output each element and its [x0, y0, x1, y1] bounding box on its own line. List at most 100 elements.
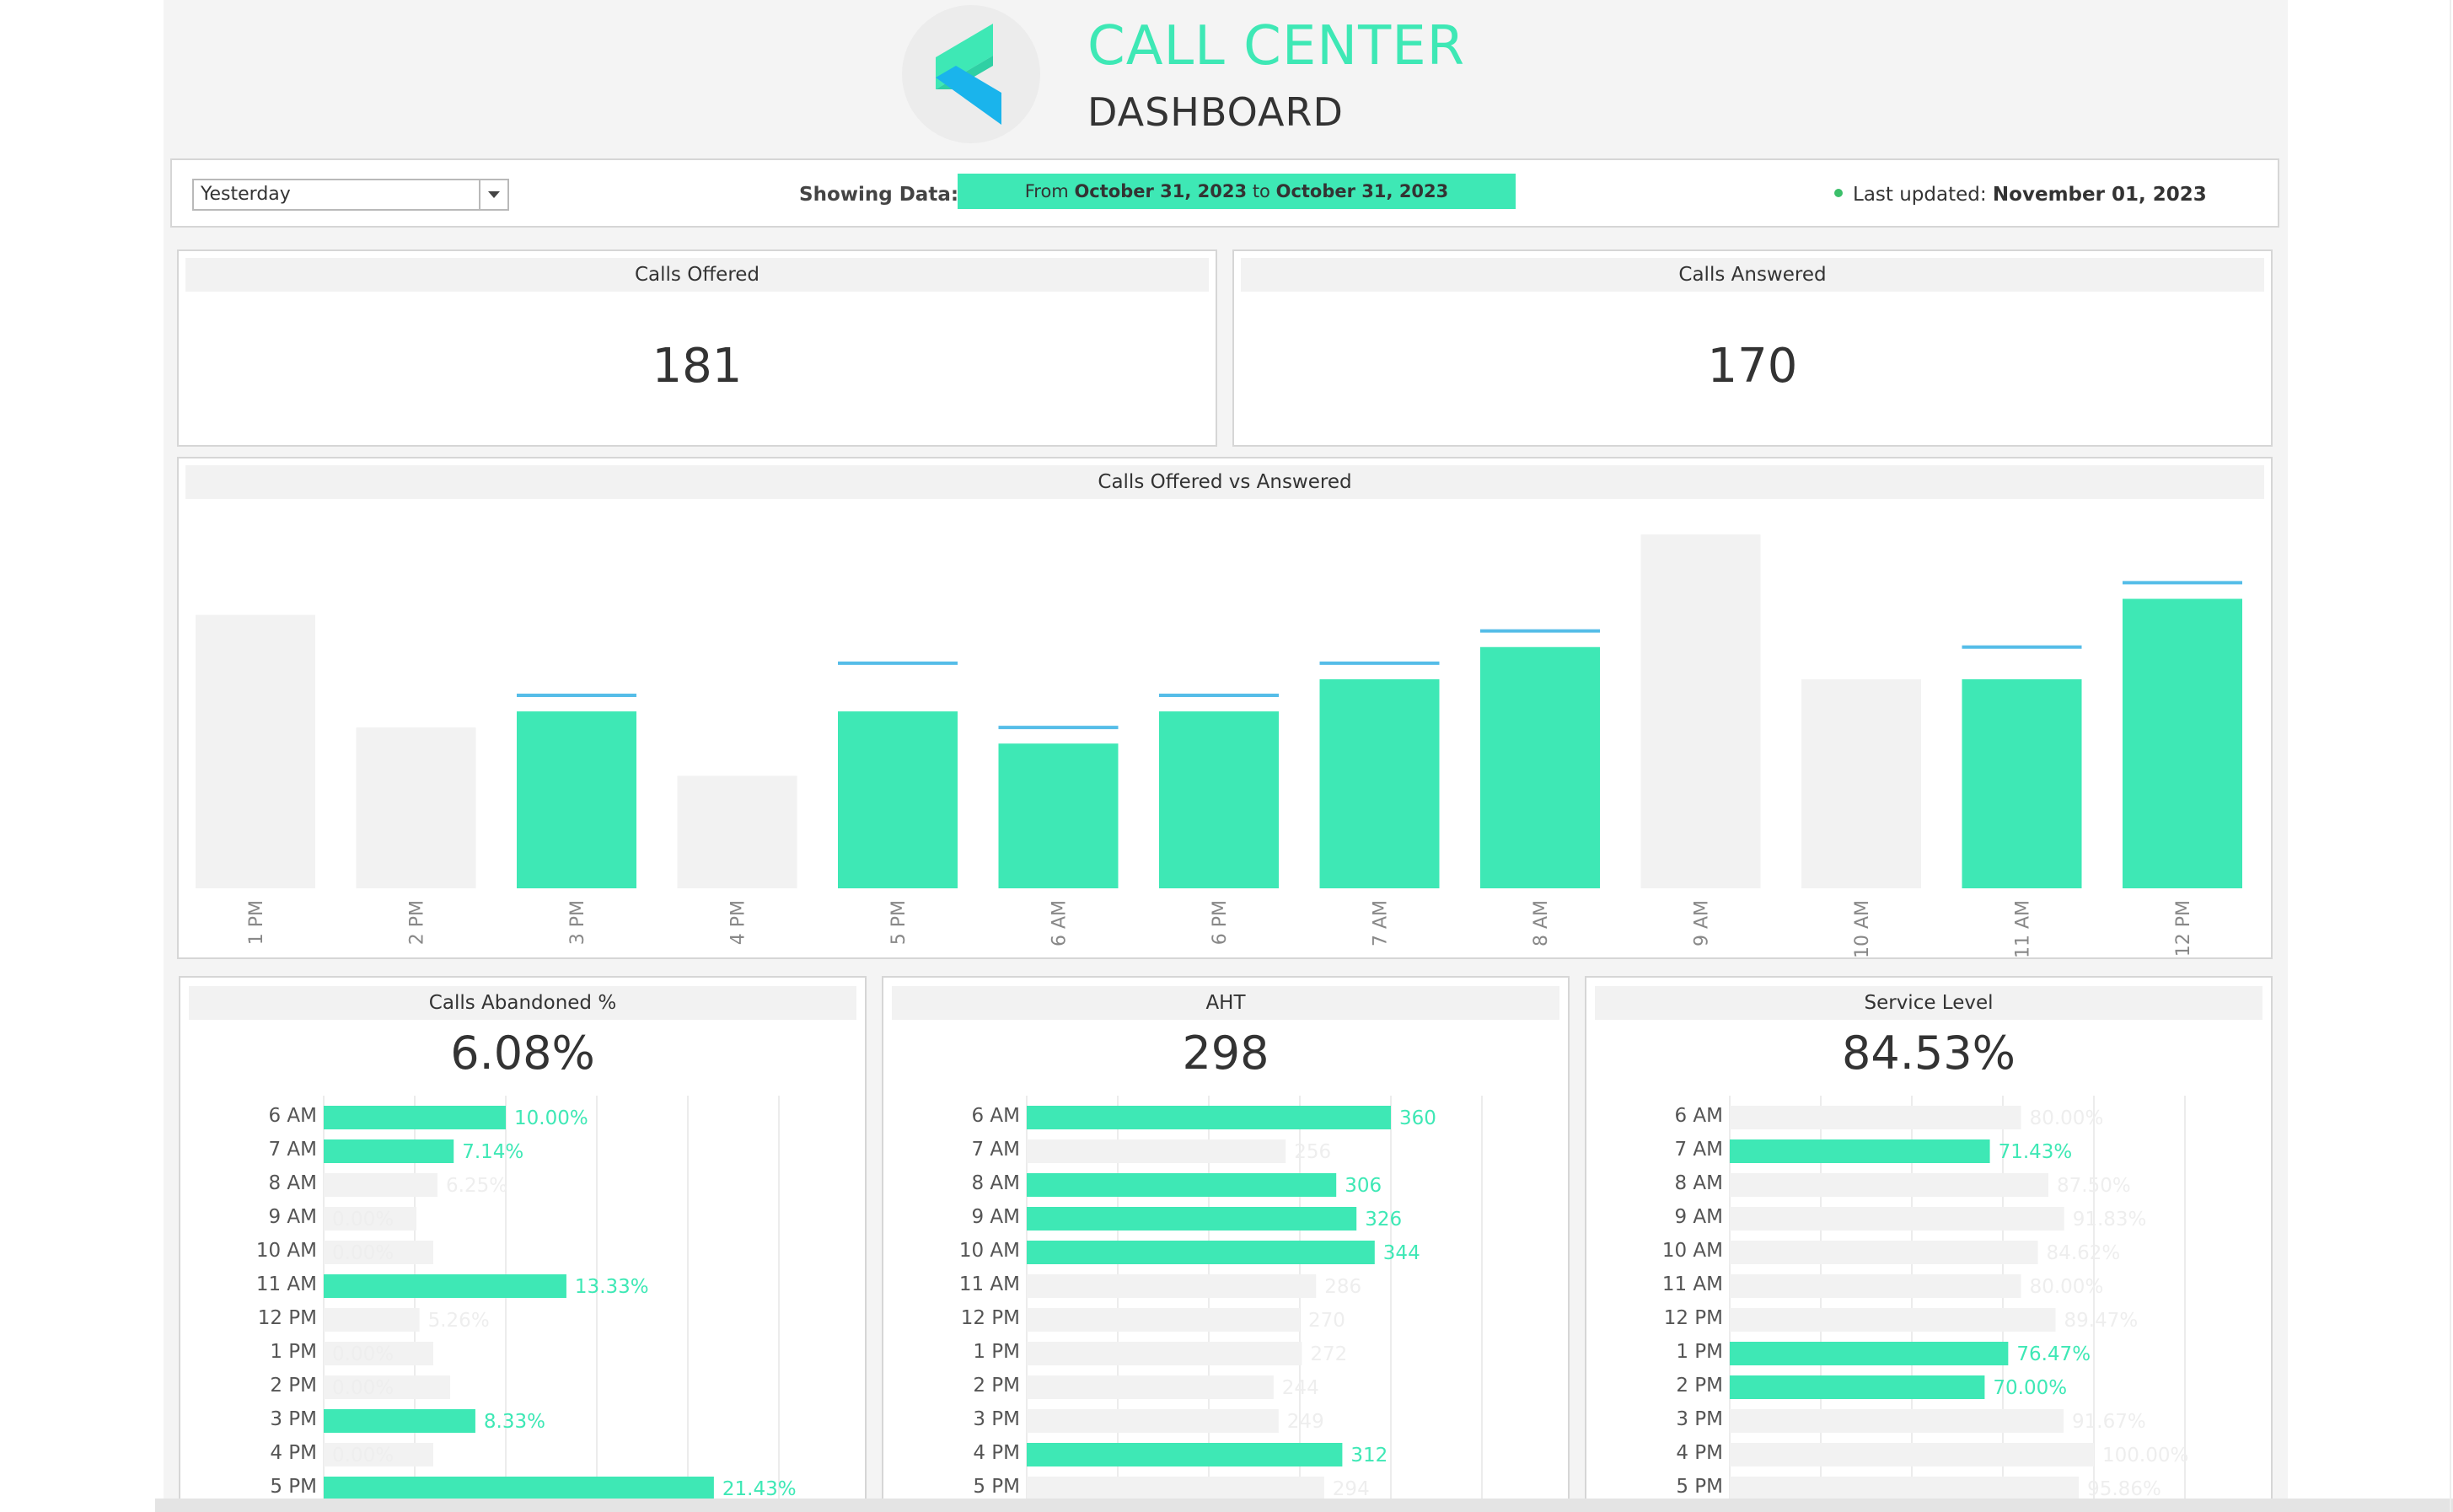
- highlighted-bar: [1027, 1443, 1343, 1466]
- muted-bar: [1027, 1477, 1324, 1500]
- aht-bar-chart: 6 AM 360 7 AM 256 8 AM 306 9 AM 326 10 AM 344 11 A…: [959, 1096, 1483, 1512]
- x-tick-label: 4 PM: [728, 900, 749, 945]
- data-label: 87.50%: [2057, 1175, 2131, 1197]
- y-tick-label: 9 AM: [268, 1206, 317, 1228]
- y-tick-label: 6 AM: [1674, 1105, 1723, 1127]
- muted-bar: [1027, 1274, 1317, 1298]
- answered-bar: [998, 743, 1119, 888]
- chevron-down-icon[interactable]: [479, 180, 507, 209]
- data-label: 84.62%: [2047, 1242, 2121, 1264]
- data-label: 0.00%: [332, 1445, 394, 1466]
- highlighted-bar: [1730, 1342, 2009, 1365]
- range-from-word: From: [1024, 181, 1069, 201]
- data-label: 0.00%: [332, 1377, 394, 1399]
- muted-bar: [1730, 1207, 2064, 1231]
- abandoned-panel: Calls Abandoned % 6.08% 6 AM 10.00% 7 AM 7.…: [179, 976, 867, 1512]
- dashboard-page: CALL CENTER DASHBOARD Yesterday Showing …: [0, 0, 2453, 1512]
- answered-bar: [517, 711, 636, 888]
- y-tick-label: 1 PM: [1676, 1341, 1723, 1363]
- muted-bar: [1730, 1241, 2038, 1264]
- muted-bar: [1730, 1308, 2056, 1332]
- page-title: CALL CENTER: [1087, 15, 1466, 78]
- y-tick-label: 10 AM: [959, 1240, 1020, 1262]
- y-tick-label: 2 PM: [270, 1375, 317, 1397]
- offered-bar: [1640, 534, 1761, 888]
- data-label: 13.33%: [575, 1276, 649, 1298]
- last-updated: Last updated: November 01, 2023: [1834, 184, 2207, 206]
- data-label: 71.43%: [1999, 1141, 2073, 1163]
- service-level-bar-chart: 6 AM 80.00% 7 AM 71.43% 8 AM 87.50% 9 AM 91.83%…: [1662, 1096, 2188, 1512]
- page-subtitle: DASHBOARD: [1087, 89, 1344, 135]
- calls-offered-panel: Calls Offered 181: [177, 249, 1217, 447]
- highlighted-bar: [1027, 1106, 1391, 1129]
- highlighted-bar: [324, 1139, 454, 1163]
- offered-vs-answered-chart: 1 PM 2 PM 3 PM 4 PM 5 PM 6 AM 6 PM 7 AM 8 AM 9 AM…: [196, 534, 2242, 957]
- data-label: 294: [1333, 1478, 1370, 1500]
- calls-offered-value: 181: [652, 339, 743, 394]
- chevron-logo-icon: [936, 24, 1001, 125]
- highlighted-bar: [324, 1106, 506, 1129]
- y-tick-label: 3 PM: [270, 1408, 317, 1430]
- answered-bar: [1480, 646, 1600, 888]
- y-tick-label: 7 AM: [268, 1139, 317, 1161]
- muted-bar: [1730, 1274, 2021, 1298]
- y-tick-label: 11 AM: [256, 1273, 317, 1295]
- y-tick-label: 3 PM: [973, 1408, 1020, 1430]
- filter-bar: Yesterday Showing Data: From October 31,…: [170, 158, 2279, 228]
- showing-data-label: Showing Data:: [799, 184, 959, 206]
- answered-bar: [2123, 598, 2242, 888]
- data-label: 80.00%: [2030, 1276, 2104, 1298]
- y-tick-label: 10 AM: [256, 1240, 317, 1262]
- muted-bar: [1730, 1409, 2064, 1433]
- highlighted-bar: [1730, 1375, 1985, 1399]
- data-label: 5.26%: [428, 1310, 490, 1332]
- data-label: 6.25%: [446, 1175, 507, 1197]
- y-tick-label: 5 PM: [1676, 1476, 1723, 1498]
- y-tick-label: 8 AM: [1674, 1172, 1723, 1194]
- data-label: 91.67%: [2072, 1411, 2146, 1433]
- last-updated-date: November 01, 2023: [1992, 184, 2207, 206]
- period-dropdown[interactable]: Yesterday: [192, 179, 509, 211]
- y-tick-label: 6 AM: [268, 1105, 317, 1127]
- data-label: 7.14%: [462, 1141, 523, 1163]
- highlighted-bar: [1027, 1241, 1375, 1264]
- y-tick-label: 7 AM: [1674, 1139, 1723, 1161]
- muted-bar: [1730, 1443, 2094, 1466]
- range-to-word: to: [1252, 181, 1270, 201]
- y-tick-label: 2 PM: [1676, 1375, 1723, 1397]
- data-label: 0.00%: [332, 1209, 394, 1231]
- data-label: 272: [1310, 1343, 1347, 1365]
- calls-offered-title: Calls Offered: [185, 258, 1209, 292]
- y-tick-label: 12 PM: [1664, 1307, 1723, 1329]
- muted-bar: [1730, 1477, 2080, 1500]
- data-label: 312: [1350, 1445, 1388, 1466]
- y-tick-label: 12 PM: [258, 1307, 317, 1329]
- x-tick-label: 12 PM: [2173, 900, 2194, 957]
- horizontal-scrollbar[interactable]: [155, 1499, 2453, 1512]
- y-tick-label: 11 AM: [1662, 1273, 1723, 1295]
- calls-answered-panel: Calls Answered 170: [1232, 249, 2273, 447]
- aht-panel: AHT 298 6 AM 360 7 AM 256 8 AM 306 9 AM 326 10 A…: [882, 976, 1570, 1512]
- answered-bar: [838, 711, 958, 888]
- offered-bar: [196, 614, 315, 888]
- highlighted-bar: [324, 1477, 714, 1500]
- y-tick-label: 1 PM: [973, 1341, 1020, 1363]
- data-label: 0.00%: [332, 1343, 394, 1365]
- muted-bar: [1730, 1173, 2048, 1197]
- y-tick-label: 11 AM: [959, 1273, 1020, 1295]
- y-tick-label: 1 PM: [270, 1341, 317, 1363]
- date-range-badge: From October 31, 2023 to October 31, 202…: [958, 174, 1516, 209]
- status-dot-icon: [1834, 188, 1843, 197]
- data-label: 21.43%: [722, 1478, 797, 1500]
- data-label: 360: [1399, 1107, 1436, 1129]
- data-label: 95.86%: [2087, 1478, 2161, 1500]
- calls-answered-value: 170: [1707, 339, 1798, 394]
- y-tick-label: 8 AM: [971, 1172, 1020, 1194]
- data-label: 244: [1282, 1377, 1319, 1399]
- x-tick-label: 10 AM: [1852, 900, 1873, 957]
- period-dropdown-value: Yesterday: [201, 184, 291, 205]
- y-tick-label: 8 AM: [268, 1172, 317, 1194]
- y-tick-label: 12 PM: [961, 1307, 1020, 1329]
- x-tick-label: 2 PM: [407, 900, 428, 945]
- data-label: 0.00%: [332, 1242, 394, 1264]
